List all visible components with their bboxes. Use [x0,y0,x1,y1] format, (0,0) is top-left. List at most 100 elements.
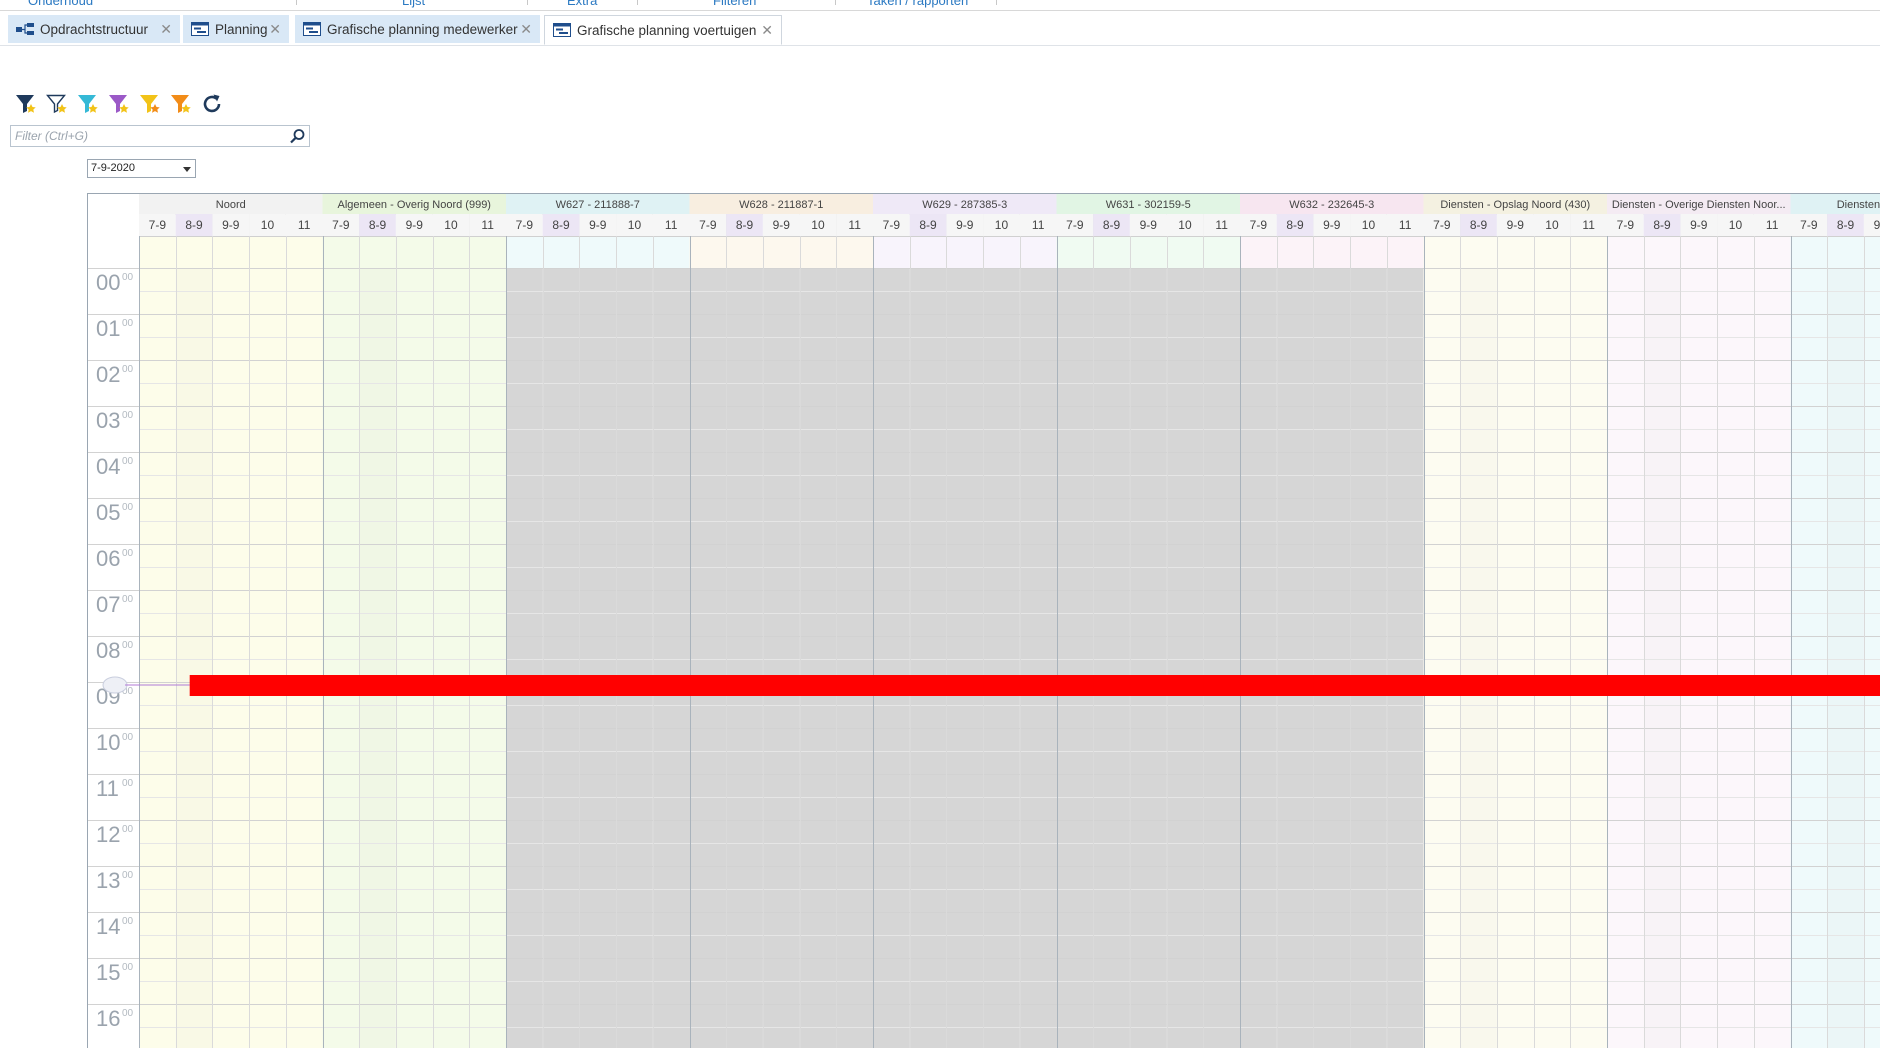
unavailable-block[interactable] [1130,268,1167,1048]
all-day-cell[interactable] [1827,236,1864,268]
close-icon[interactable]: ✕ [761,22,773,39]
unavailable-block[interactable] [800,268,837,1048]
time-cell-column[interactable] [1644,268,1681,1048]
date-picker[interactable]: 7-9-2020 [87,159,196,178]
all-day-cell[interactable] [396,236,433,268]
unavailable-block[interactable] [1020,268,1057,1048]
unavailable-block[interactable] [836,268,873,1048]
filter-outline-icon[interactable] [45,92,69,116]
time-cell-column[interactable] [1534,268,1571,1048]
all-day-cell[interactable] [1424,236,1461,268]
all-day-cell[interactable] [836,236,873,268]
all-day-cell[interactable] [506,236,543,268]
all-day-cell[interactable] [983,236,1020,268]
time-cell-column[interactable] [1570,268,1607,1048]
all-day-cell[interactable] [1313,236,1350,268]
tab-grafische-planning-voertuigen[interactable]: Grafische planning voertuigen ✕ [544,15,782,45]
filter-orange-icon[interactable] [169,92,193,116]
filter-yellow-icon[interactable] [138,92,162,116]
unavailable-block[interactable] [1167,268,1204,1048]
unavailable-block[interactable] [1093,268,1130,1048]
close-icon[interactable]: ✕ [160,21,172,38]
ribbon-item-taken-rapporten[interactable]: Taken / rapporten [867,0,968,8]
unavailable-block[interactable] [726,268,763,1048]
tab-grafische-planning-medewerker[interactable]: Grafische planning medewerker ✕ [295,15,540,43]
time-cell-column[interactable] [1827,268,1864,1048]
filter-dark-icon[interactable] [14,92,38,116]
time-cell-column[interactable] [323,268,360,1048]
all-day-cell[interactable] [469,236,506,268]
unavailable-block[interactable] [983,268,1020,1048]
all-day-cell[interactable] [726,236,763,268]
chevron-down-icon[interactable] [183,167,191,172]
unavailable-block[interactable] [1240,268,1277,1048]
all-day-cell[interactable] [1754,236,1791,268]
time-cell-column[interactable] [433,268,470,1048]
all-day-cell[interactable] [359,236,396,268]
all-day-cell[interactable] [653,236,690,268]
unavailable-block[interactable] [653,268,690,1048]
unavailable-block[interactable] [1350,268,1387,1048]
all-day-cell[interactable] [1534,236,1571,268]
unavailable-block[interactable] [1277,268,1314,1048]
refresh-icon[interactable] [200,92,224,116]
all-day-cell[interactable] [763,236,800,268]
all-day-cell[interactable] [1717,236,1754,268]
all-day-cell[interactable] [139,236,176,268]
time-cell-column[interactable] [1717,268,1754,1048]
all-day-cell[interactable] [1167,236,1204,268]
all-day-cell[interactable] [1093,236,1130,268]
ribbon-item-onderhoud[interactable]: Onderhoud [28,0,93,8]
all-day-cell[interactable] [212,236,249,268]
unavailable-block[interactable] [763,268,800,1048]
all-day-cell[interactable] [1864,236,1880,268]
search-icon[interactable] [289,128,306,145]
all-day-cell[interactable] [1680,236,1717,268]
unavailable-block[interactable] [690,268,727,1048]
time-cell-column[interactable] [176,268,213,1048]
time-cell-column[interactable] [469,268,506,1048]
all-day-cell[interactable] [1203,236,1240,268]
time-cell-column[interactable] [396,268,433,1048]
all-day-cell[interactable] [1607,236,1644,268]
unavailable-block[interactable] [1387,268,1424,1048]
filter-purple-icon[interactable] [107,92,131,116]
all-day-cell[interactable] [873,236,910,268]
tab-planning[interactable]: Planning ✕ [183,15,289,43]
current-time-handle[interactable] [103,677,127,693]
all-day-cell[interactable] [690,236,727,268]
all-day-cell[interactable] [1570,236,1607,268]
all-day-cell[interactable] [1497,236,1534,268]
time-cell-column[interactable] [212,268,249,1048]
unavailable-block[interactable] [1313,268,1350,1048]
all-day-cell[interactable] [1240,236,1277,268]
unavailable-block[interactable] [910,268,947,1048]
close-icon[interactable]: ✕ [520,21,532,38]
ribbon-item-filteren[interactable]: Filteren [713,0,756,8]
all-day-cell[interactable] [286,236,323,268]
all-day-cell[interactable] [1020,236,1057,268]
time-cell-column[interactable] [1680,268,1717,1048]
all-day-cell[interactable] [1057,236,1094,268]
time-cell-column[interactable] [1864,268,1880,1048]
all-day-cell[interactable] [1460,236,1497,268]
time-cell-column[interactable] [1460,268,1497,1048]
unavailable-block[interactable] [873,268,910,1048]
all-day-cell[interactable] [1791,236,1828,268]
time-cell-column[interactable] [359,268,396,1048]
time-cell-column[interactable] [249,268,286,1048]
tab-opdrachtstructuur[interactable]: Opdrachtstructuur ✕ [8,15,180,43]
all-day-cell[interactable] [910,236,947,268]
all-day-cell[interactable] [616,236,653,268]
all-day-cell[interactable] [579,236,616,268]
time-cell-column[interactable] [1607,268,1644,1048]
all-day-cell[interactable] [1350,236,1387,268]
time-cell-column[interactable] [139,268,176,1048]
filter-input[interactable] [13,127,287,145]
all-day-cell[interactable] [176,236,213,268]
all-day-cell[interactable] [1387,236,1424,268]
unavailable-block[interactable] [506,268,543,1048]
unavailable-block[interactable] [946,268,983,1048]
unavailable-block[interactable] [616,268,653,1048]
time-cell-column[interactable] [1791,268,1828,1048]
